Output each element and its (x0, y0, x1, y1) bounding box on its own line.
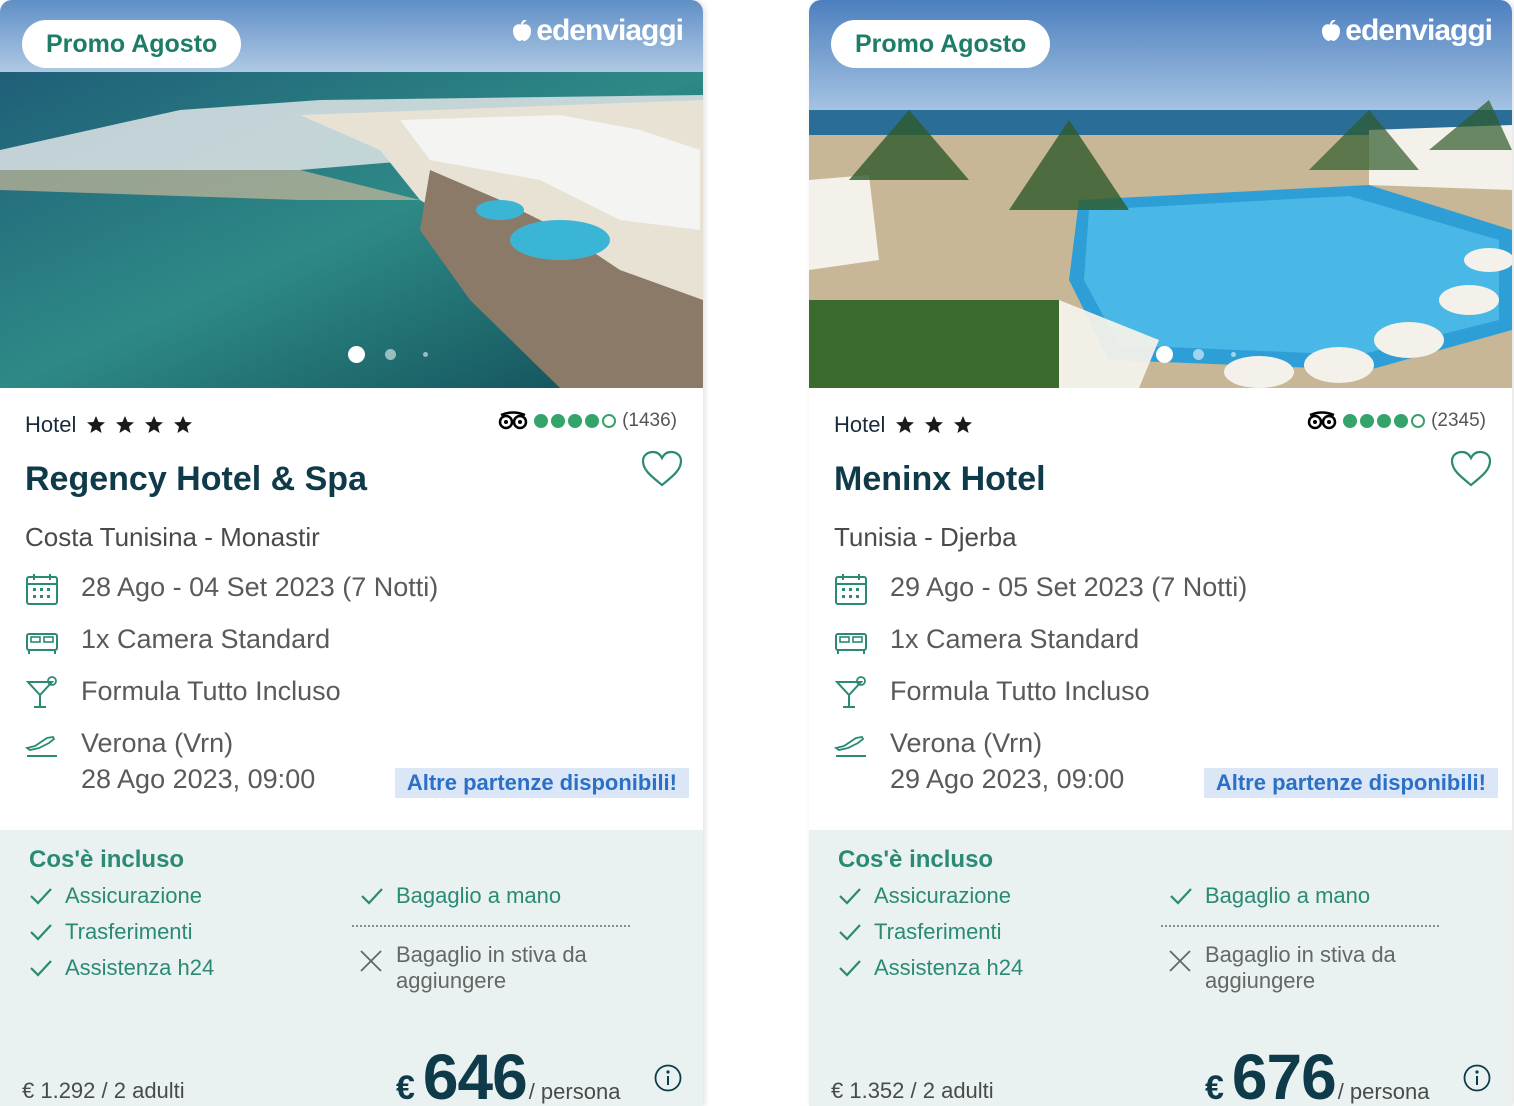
included-item: Trasferimenti (838, 919, 1002, 945)
review-count: (1436) (622, 410, 677, 431)
review-count: (2345) (1431, 410, 1486, 431)
departure-date: 29 Ago 2023, 09:00 (890, 764, 1125, 794)
star-rating (895, 415, 973, 435)
tripadvisor-rating[interactable]: (2345) (1307, 410, 1486, 432)
included-item: Assistenza h24 (29, 955, 214, 981)
star-icon (954, 416, 973, 433)
check-icon (839, 924, 861, 941)
carousel-dots[interactable] (0, 346, 703, 363)
hotel-photo[interactable]: Promo Agosto edenviaggi (0, 0, 703, 388)
hotel-name[interactable]: Meninx Hotel (834, 460, 1046, 499)
divider (352, 925, 630, 927)
check-icon (1170, 888, 1192, 905)
board-text: Formula Tutto Incluso (81, 676, 341, 706)
departure-date: 28 Ago 2023, 09:00 (81, 764, 316, 794)
hotel-category: Hotel (25, 412, 193, 438)
departure-text: Verona (Vrn) (81, 728, 234, 758)
calendar-icon (26, 574, 58, 605)
hotel-photo[interactable]: Promo Agosto edenviaggi (809, 0, 1512, 388)
tripadvisor-owl-icon (498, 411, 528, 430)
hotel-label: Hotel (25, 412, 77, 437)
brand-name: edenviaggi (536, 14, 684, 47)
total-price: € 1.352 / 2 adulti (831, 1078, 994, 1103)
star-icon (145, 416, 164, 433)
included-item: Assicurazione (838, 883, 1011, 909)
baggage-excluded: Bagaglio in stiva da aggiungere (358, 942, 626, 994)
included-item: Assicurazione (29, 883, 202, 909)
price-per-person: € 676 / persona (1205, 1041, 1430, 1106)
travel-dates: 28 Ago - 04 Set 2023 (7 Notti) (25, 572, 438, 606)
brand-logo: edenviaggi (512, 14, 684, 48)
eden-apple-icon (513, 20, 532, 41)
departure-text: Verona (Vrn) (890, 728, 1043, 758)
room-type: 1x Camera Standard (834, 624, 1139, 658)
check-icon (30, 888, 52, 905)
room-text: 1x Camera Standard (890, 624, 1140, 654)
info-icon[interactable] (654, 1064, 682, 1092)
x-icon (1169, 950, 1191, 972)
check-icon (30, 960, 52, 977)
included-item: Trasferimenti (29, 919, 193, 945)
bed-icon (835, 633, 867, 654)
calendar-icon (835, 574, 867, 605)
board-type: Formula Tutto Incluso (25, 676, 341, 710)
check-icon (30, 924, 52, 941)
check-icon (361, 888, 383, 905)
hotel-location: Costa Tunisina - Monastir (25, 522, 320, 552)
divider (1161, 925, 1439, 927)
rating-bubbles (534, 414, 617, 428)
heart-icon[interactable] (1450, 450, 1492, 488)
cocktail-icon (834, 676, 866, 708)
rating-bubbles (1343, 414, 1426, 428)
eden-apple-icon (1322, 20, 1341, 41)
baggage-excluded: Bagaglio in stiva da aggiungere (1167, 942, 1435, 994)
star-icon (87, 416, 106, 433)
room-text: 1x Camera Standard (81, 624, 331, 654)
carousel-dots[interactable] (809, 346, 1512, 363)
promo-badge: Promo Agosto (22, 20, 242, 68)
star-icon (174, 416, 193, 433)
brand-name: edenviaggi (1345, 14, 1493, 47)
included-title: Cos'è incluso (838, 846, 994, 873)
included-item: Assistenza h24 (838, 955, 1023, 981)
travel-dates: 29 Ago - 05 Set 2023 (7 Notti) (834, 572, 1247, 606)
cocktail-icon (25, 676, 57, 708)
star-icon (925, 416, 944, 433)
hotel-name[interactable]: Regency Hotel & Spa (25, 460, 367, 499)
plane-icon (834, 736, 866, 757)
baggage-included: Bagaglio a mano (1169, 883, 1370, 909)
star-icon (116, 416, 135, 433)
bed-icon (26, 633, 58, 654)
other-departures-link[interactable]: Altre partenze disponibili! (1203, 768, 1498, 798)
heart-icon[interactable] (641, 450, 683, 488)
x-icon (360, 950, 382, 972)
hotel-location: Tunisia - Djerba (834, 522, 1017, 552)
room-type: 1x Camera Standard (25, 624, 330, 658)
departure-airport: Verona (Vrn) (834, 728, 1042, 762)
brand-logo: edenviaggi (1321, 14, 1493, 48)
hotel-card[interactable]: Promo Agosto edenviaggi Hotel (1436) Reg… (0, 0, 703, 1106)
price-per-person: € 646 / persona (396, 1041, 621, 1106)
dates-text: 29 Ago - 05 Set 2023 (7 Notti) (890, 572, 1248, 602)
other-departures-link[interactable]: Altre partenze disponibili! (394, 768, 689, 798)
tripadvisor-owl-icon (1307, 411, 1337, 430)
hotel-category: Hotel (834, 412, 973, 438)
dates-text: 28 Ago - 04 Set 2023 (7 Notti) (81, 572, 439, 602)
baggage-included: Bagaglio a mano (360, 883, 561, 909)
total-price: € 1.292 / 2 adulti (22, 1078, 185, 1103)
hotel-card[interactable]: Promo Agosto edenviaggi Hotel (2345) Men… (809, 0, 1512, 1106)
star-rating (86, 415, 193, 435)
check-icon (839, 960, 861, 977)
hotel-label: Hotel (834, 412, 886, 437)
included-title: Cos'è incluso (29, 846, 185, 873)
board-type: Formula Tutto Incluso (834, 676, 1150, 710)
departure-airport: Verona (Vrn) (25, 728, 233, 762)
board-text: Formula Tutto Incluso (890, 676, 1150, 706)
check-icon (839, 888, 861, 905)
star-icon (896, 416, 915, 433)
plane-icon (25, 736, 57, 757)
info-icon[interactable] (1463, 1064, 1491, 1092)
promo-badge: Promo Agosto (831, 20, 1051, 68)
tripadvisor-rating[interactable]: (1436) (498, 410, 677, 432)
